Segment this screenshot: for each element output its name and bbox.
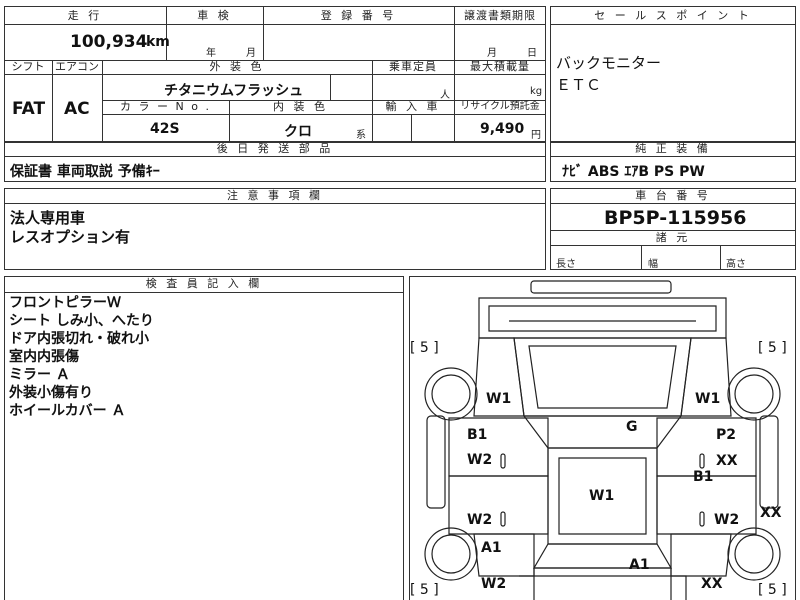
damage-mark: XX: [716, 453, 738, 469]
spec-height-label: 高さ: [726, 259, 746, 270]
inspector-note: フロントピラーＷ: [9, 295, 121, 311]
damage-mark: W1: [589, 488, 615, 504]
damage-mark: XX: [701, 576, 723, 592]
inspection-year-unit: 年: [206, 48, 216, 59]
import-header: 輸 入 車: [385, 100, 441, 113]
notes-line-2: レスオプション有: [10, 228, 131, 246]
capacity-unit: 人: [440, 90, 450, 101]
exterior-color-value: チタニウムフラッシュ: [164, 83, 304, 99]
damage-mark: A1: [481, 540, 502, 556]
inspector-note: ドア内張切れ・破れ小: [9, 331, 149, 347]
inspector-notes-header: 検 査 員 記 入 欄: [145, 277, 263, 290]
mileage-value: 100,934: [70, 32, 148, 52]
max-load-unit: kg: [530, 86, 543, 97]
damage-mark: W2: [467, 512, 493, 528]
damage-mark: W2: [481, 576, 507, 592]
notes-line-1: 法人専用車: [10, 209, 86, 227]
damage-mark: XX: [760, 505, 782, 521]
transfer-deadline-header: 譲渡書類期限: [464, 9, 536, 22]
interior-color-value: クロ: [284, 124, 312, 140]
later-parts-value: 保証書 車両取説 予備ｷｰ: [10, 164, 160, 180]
tire-mark-rear-right: [ 5 ]: [758, 582, 787, 598]
inspector-note: 外装小傷有り: [9, 385, 93, 401]
standard-equipment-header: 純 正 装 備: [635, 142, 711, 155]
tire-mark-front-right: [ 5 ]: [758, 340, 787, 356]
inspector-note: 室内内張傷: [9, 349, 79, 365]
sales-point-header: セ ー ル ス ポ イ ン ト: [594, 9, 752, 22]
damage-mark: W2: [714, 512, 740, 528]
spec-width-label: 幅: [648, 259, 658, 270]
mileage-header: 走 行: [67, 9, 103, 22]
damage-mark: W2: [467, 452, 493, 468]
damage-mark: W1: [486, 391, 512, 407]
later-parts-header: 後 日 発 送 部 品: [216, 142, 334, 155]
registration-number-header: 登 録 番 号: [320, 9, 397, 22]
damage-mark: P2: [716, 427, 737, 443]
tire-mark-front-left: [ 5 ]: [410, 340, 439, 356]
transfer-month-unit: 月: [487, 48, 497, 59]
color-no-value: 42S: [150, 121, 180, 137]
sales-point-2: ＥＴＣ: [556, 76, 602, 94]
damage-mark: B1: [467, 427, 488, 443]
damage-mark: W1: [695, 391, 721, 407]
shift-header: シフト: [11, 60, 45, 73]
chassis-number-header: 車 台 番 号: [635, 189, 711, 202]
chassis-number-value: BP5P-115956: [604, 207, 747, 229]
exterior-color-header: 外 装 色: [209, 60, 265, 73]
capacity-header: 乗車定員: [389, 60, 437, 73]
notes-header: 注 意 事 項 欄: [227, 189, 323, 202]
color-no-header: カ ラ ー N o .: [120, 100, 211, 113]
damage-mark: B1: [693, 469, 714, 485]
inspector-note: シート しみ小、へたり: [9, 313, 154, 329]
standard-equipment-value: ﾅﾋﾞ ABS ｴｱB PS PW: [562, 164, 705, 180]
interior-color-suffix: 系: [356, 130, 366, 141]
mileage-unit: km: [146, 34, 170, 50]
inspector-note: ミラー Ａ: [9, 367, 70, 383]
recycle-fee-value: 9,490: [480, 121, 525, 137]
tire-mark-rear-left: [ 5 ]: [410, 582, 439, 598]
inspection-month-unit: 月: [246, 48, 256, 59]
aircon-header: エアコン: [55, 60, 99, 73]
inspector-notes-list: フロントピラーＷ シート しみ小、へたり ドア内張切れ・破れ小 室内内張傷 ミラ…: [9, 294, 154, 420]
aircon-value: AC: [64, 99, 90, 119]
recycle-fee-unit: 円: [531, 130, 541, 141]
inspection-header: 車 検: [197, 9, 232, 22]
damage-mark: A1: [629, 557, 650, 573]
sales-point-1: バックモニター: [556, 54, 662, 72]
max-load-header: 最大積載量: [470, 60, 530, 73]
spec-length-label: 長さ: [556, 259, 576, 270]
specs-header: 諸 元: [655, 231, 691, 244]
inspector-note: ホイールカバー Ａ: [9, 403, 126, 419]
interior-color-header: 内 装 色: [273, 100, 328, 113]
recycle-fee-header: リサイクル預託金: [460, 101, 540, 112]
transfer-day-unit: 日: [527, 48, 537, 59]
shift-value: FAT: [12, 99, 46, 119]
damage-mark: G: [626, 419, 638, 435]
